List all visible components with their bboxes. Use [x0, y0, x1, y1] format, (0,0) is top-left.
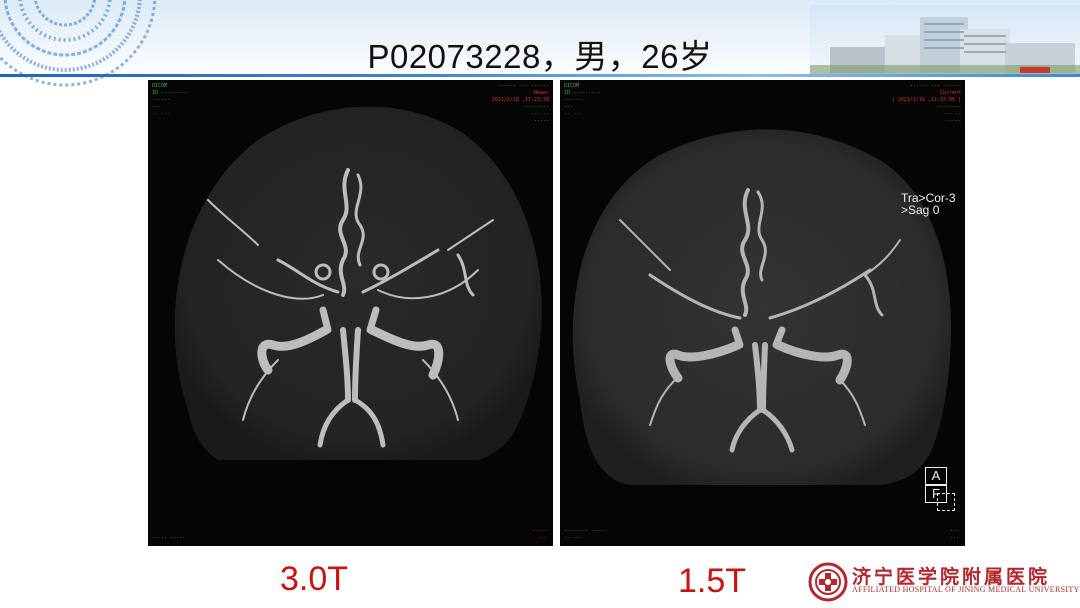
hospital-logo: 济宁医学院附属医院 AFFILIATED HOSPITAL OF JINING … [808, 560, 1080, 604]
overlay-viewer-tag: Current [939, 90, 961, 96]
field-strength-label-left: 3.0T [280, 560, 349, 598]
overlay-bottom-left-info: -------- ----- -- --- [564, 528, 607, 541]
overlay-top-right-info: ------ --- ------ Current [ 2021/2/16 ,11… [891, 83, 961, 124]
overlay-top-left-info: DICOM ID --------- ------ --- -- --- [152, 83, 189, 117]
mra-image-1-5t: DICOM ID --------- ------ --- -- --- ------ … [560, 80, 965, 546]
overlay-bottom-right-info: ----- --- [531, 528, 547, 541]
overlay-date-time: [ 2021/2/16 ,11:37:00 ] [891, 97, 961, 103]
overlay-top-right-info: ------ --- ------ Newer 2021/2/18 ,17:23:… [491, 83, 549, 124]
field-strength-label-right: 1.5T [678, 562, 747, 600]
mra-image-3t: DICOM ID --------- ------ --- -- --- ------ … [148, 80, 553, 546]
projection-label-line2: >Sag 0 [901, 203, 940, 217]
overlay-top-left-info: DICOM ID --------- ------ --- -- --- [564, 83, 601, 117]
overlay-bottom-left-info: ----- ----- [152, 535, 186, 541]
projection-label: Tra>Cor-3 >Sag 0 [901, 192, 956, 216]
overlay-bottom-right-info: --- --- [949, 528, 959, 541]
orientation-cube: A F [925, 467, 955, 511]
hospital-emblem-icon [808, 562, 848, 602]
page-title: P02073228，男，26岁 [367, 38, 713, 75]
overlay-date-time: 2021/2/18 ,17:23:38 [491, 97, 549, 103]
orientation-label-a: A [925, 467, 947, 485]
hospital-name-en: AFFILIATED HOSPITAL OF JINING MEDICAL UN… [852, 585, 1080, 594]
overlay-viewer-tag: Newer [533, 90, 549, 96]
